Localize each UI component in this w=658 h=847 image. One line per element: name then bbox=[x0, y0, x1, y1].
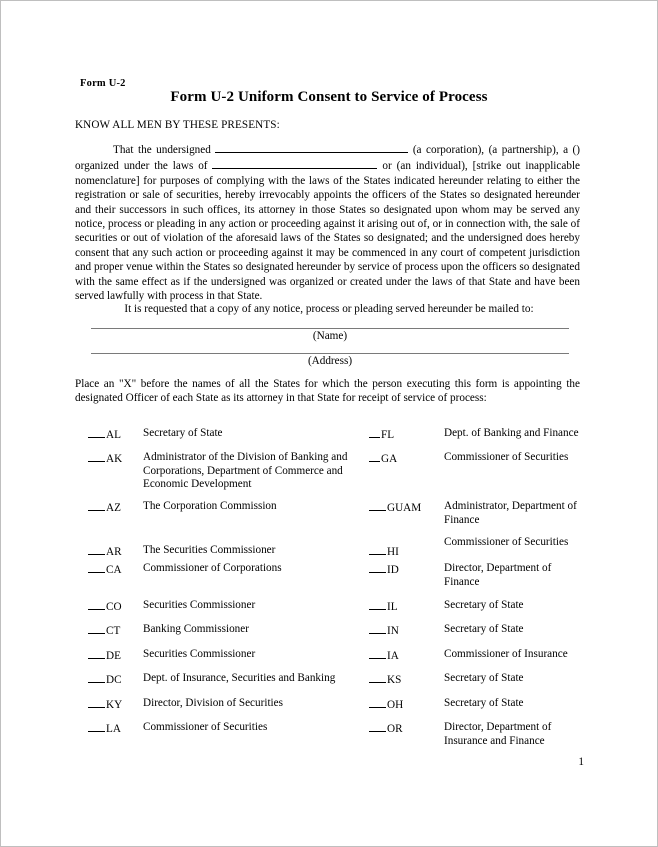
state-mark-blank[interactable] bbox=[369, 500, 386, 511]
state-officer-label: Secretary of State bbox=[143, 427, 223, 439]
state-mark-blank[interactable] bbox=[88, 544, 105, 555]
state-checkbox-in[interactable]: IN bbox=[369, 623, 399, 637]
state-code-label: OR bbox=[387, 723, 403, 735]
state-officer-label: Banking Commissioner bbox=[143, 623, 249, 635]
state-mark-blank[interactable] bbox=[369, 672, 386, 683]
state-code-label: AL bbox=[106, 429, 121, 441]
states-list: AL Secretary of State AK Administrator of t… bbox=[1, 1, 657, 846]
state-checkbox-co[interactable]: CO bbox=[88, 599, 122, 613]
state-code-label: IA bbox=[387, 650, 399, 662]
state-officer-label: Administrator, Department of Finance bbox=[444, 500, 577, 526]
state-checkbox-ca[interactable]: CA bbox=[88, 562, 122, 576]
state-mark-blank[interactable] bbox=[369, 721, 386, 732]
state-officer-label: The Securities Commissioner bbox=[143, 544, 276, 556]
state-officer-label: Secretary of State bbox=[444, 697, 524, 709]
state-checkbox-id[interactable]: ID bbox=[369, 562, 399, 576]
state-checkbox-hi[interactable]: HI bbox=[369, 544, 399, 558]
state-mark-blank[interactable] bbox=[88, 562, 105, 573]
state-code-label: AZ bbox=[106, 502, 121, 514]
state-officer-label: Securities Commissioner bbox=[143, 599, 256, 611]
state-code-label: IL bbox=[387, 601, 398, 613]
state-checkbox-de[interactable]: DE bbox=[88, 648, 121, 662]
state-checkbox-az[interactable]: AZ bbox=[88, 500, 121, 514]
state-code-label: GUAM bbox=[387, 502, 422, 514]
state-checkbox-ak[interactable]: AK bbox=[88, 451, 122, 465]
state-checkbox-il[interactable]: IL bbox=[369, 599, 398, 613]
state-officer-label: Commissioner of Corporations bbox=[143, 562, 282, 574]
state-officer-label: Director, Department of Finance bbox=[444, 562, 552, 588]
state-officer-label: The Corporation Commission bbox=[143, 500, 277, 512]
state-checkbox-ct[interactable]: CT bbox=[88, 623, 120, 637]
state-officer-label: Dept. of Banking and Finance bbox=[444, 427, 579, 439]
state-mark-blank[interactable] bbox=[88, 427, 105, 438]
state-officer-label: Secretary of State bbox=[444, 623, 524, 635]
state-mark-blank[interactable] bbox=[369, 623, 386, 634]
state-code-label: LA bbox=[106, 723, 121, 735]
state-checkbox-ia[interactable]: IA bbox=[369, 648, 399, 662]
state-officer-label: Commissioner of Securities bbox=[143, 721, 268, 733]
state-code-label: DE bbox=[106, 650, 121, 662]
state-checkbox-oh[interactable]: OH bbox=[369, 697, 403, 711]
state-mark-blank[interactable] bbox=[88, 599, 105, 610]
document-page: Form U-2 Form U-2 Uniform Consent to Ser… bbox=[0, 0, 658, 847]
state-code-label: CA bbox=[106, 564, 122, 576]
state-mark-blank[interactable] bbox=[88, 623, 105, 634]
state-officer-label: Secretary of State bbox=[444, 672, 524, 684]
state-officer-label: Commissioner of Securities bbox=[444, 451, 569, 463]
state-code-label: KS bbox=[387, 674, 402, 686]
state-mark-blank[interactable] bbox=[369, 648, 386, 659]
state-mark-blank[interactable] bbox=[369, 697, 386, 708]
state-checkbox-dc[interactable]: DC bbox=[88, 672, 122, 686]
state-code-label: DC bbox=[106, 674, 122, 686]
state-code-label: CO bbox=[106, 601, 122, 613]
state-mark-blank[interactable] bbox=[88, 648, 105, 659]
state-mark-blank[interactable] bbox=[88, 721, 105, 732]
state-checkbox-or[interactable]: OR bbox=[369, 721, 403, 735]
state-code-label: OH bbox=[387, 699, 404, 711]
state-code-label: AR bbox=[106, 546, 122, 558]
state-checkbox-ky[interactable]: KY bbox=[88, 697, 122, 711]
state-officer-label: Director, Department of Insurance and Fi… bbox=[444, 721, 552, 747]
state-code-label: GA bbox=[381, 453, 398, 465]
state-officer-label: Director, Division of Securities bbox=[143, 697, 283, 709]
state-code-label: IN bbox=[387, 625, 399, 637]
state-officer-label: Commissioner of Insurance bbox=[444, 648, 568, 660]
state-checkbox-ks[interactable]: KS bbox=[369, 672, 401, 686]
state-mark-blank[interactable] bbox=[369, 451, 380, 462]
state-code-label: ID bbox=[387, 564, 399, 576]
state-mark-blank[interactable] bbox=[88, 672, 105, 683]
page-number: 1 bbox=[578, 756, 584, 768]
state-checkbox-fl[interactable]: FL bbox=[369, 427, 394, 441]
state-mark-blank[interactable] bbox=[88, 697, 105, 708]
state-officer-label: Commissioner of Securities bbox=[444, 536, 569, 548]
state-officer-label: Securities Commissioner bbox=[143, 648, 256, 660]
state-mark-blank[interactable] bbox=[369, 599, 386, 610]
state-code-label: HI bbox=[387, 546, 399, 558]
state-mark-blank[interactable] bbox=[88, 500, 105, 511]
state-mark-blank[interactable] bbox=[88, 451, 105, 462]
state-checkbox-al[interactable]: AL bbox=[88, 427, 121, 441]
state-checkbox-ga[interactable]: GA bbox=[369, 451, 397, 465]
state-code-label: CT bbox=[106, 625, 121, 637]
state-code-label: FL bbox=[381, 429, 395, 441]
state-code-label: AK bbox=[106, 453, 123, 465]
state-checkbox-guam[interactable]: GUAM bbox=[369, 500, 421, 514]
state-checkbox-ar[interactable]: AR bbox=[88, 544, 122, 558]
state-officer-label: Administrator of the Division of Banking… bbox=[143, 451, 348, 491]
state-code-label: KY bbox=[106, 699, 123, 711]
state-checkbox-la[interactable]: LA bbox=[88, 721, 121, 735]
state-officer-label: Secretary of State bbox=[444, 599, 524, 611]
state-officer-label: Dept. of Insurance, Securities and Banki… bbox=[143, 672, 336, 684]
state-mark-blank[interactable] bbox=[369, 544, 386, 555]
state-mark-blank[interactable] bbox=[369, 427, 380, 438]
state-mark-blank[interactable] bbox=[369, 562, 386, 573]
